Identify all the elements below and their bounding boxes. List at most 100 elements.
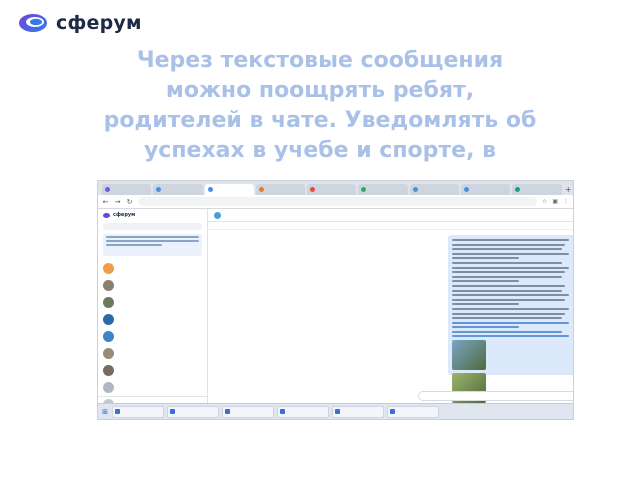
url-field[interactable]	[138, 197, 537, 206]
message-text-line	[452, 317, 562, 320]
avatar	[103, 348, 114, 359]
sidebar-logo: сферум	[98, 209, 207, 221]
sferum-app: сферум	[98, 209, 573, 419]
chat-list-item[interactable]	[98, 311, 207, 328]
message-text-line	[452, 261, 562, 264]
sferum-small-icon	[103, 212, 110, 218]
tab-favicon-icon	[412, 187, 418, 192]
taskbar-item[interactable]	[167, 405, 219, 418]
chat-search-input[interactable]	[103, 223, 202, 230]
tab-favicon-icon	[258, 187, 264, 192]
extensions-icon[interactable]: ▣	[552, 198, 558, 205]
chat-main	[208, 209, 573, 405]
chat-header	[208, 209, 573, 222]
message-text-line	[452, 312, 566, 315]
info-banner[interactable]	[103, 234, 202, 256]
windows-start-icon[interactable]: ⊞	[101, 408, 109, 416]
star-icon[interactable]: ☆	[542, 198, 547, 205]
tab-favicon-icon	[105, 187, 110, 192]
message-text-line	[452, 266, 570, 269]
heading-line: родителей в чате. Уведомлять об	[103, 108, 537, 133]
message-photo[interactable]	[452, 340, 486, 371]
message-text-line	[452, 326, 520, 329]
address-bar: ← → ↻ ☆ ▣ ⋮	[98, 195, 573, 209]
avatar	[103, 331, 114, 342]
chat-list-item[interactable]	[98, 345, 207, 362]
logo-text: сферум	[56, 12, 142, 34]
sidebar-logo-text: сферум	[113, 212, 136, 218]
windows-taskbar: ⊞	[98, 403, 573, 419]
browser-tab[interactable]	[358, 184, 408, 195]
document-icon	[170, 409, 175, 414]
avatar	[103, 263, 114, 274]
taskbar-item[interactable]	[332, 405, 384, 418]
back-icon[interactable]: ←	[102, 198, 109, 206]
reload-icon[interactable]: ↻	[126, 198, 133, 206]
tab-favicon-icon	[156, 187, 162, 192]
browser-tab[interactable]	[255, 184, 306, 195]
message-text-line	[452, 303, 520, 306]
document-icon	[390, 409, 395, 414]
message-text-line	[452, 335, 570, 338]
chat-list-item[interactable]	[98, 277, 207, 294]
taskbar-item[interactable]	[277, 405, 329, 418]
sferum-logo: сферум	[18, 12, 142, 34]
sferum-logo-icon	[19, 14, 47, 32]
browser-tab[interactable]	[204, 184, 254, 195]
avatar	[103, 365, 114, 376]
avatar	[103, 314, 114, 325]
taskbar-item[interactable]	[387, 405, 439, 418]
taskbar-item[interactable]	[112, 405, 164, 418]
message-text-line	[452, 257, 520, 260]
chat-list-item[interactable]	[98, 260, 207, 277]
message-composer[interactable]	[418, 391, 573, 401]
document-icon	[225, 409, 230, 414]
tab-favicon-icon	[463, 187, 469, 192]
avatar	[103, 382, 114, 393]
chat-sidebar: сферум	[98, 209, 208, 419]
heading-line: успехах в учебе и спорте, в	[143, 138, 497, 163]
pinned-message[interactable]	[208, 222, 573, 230]
document-icon	[280, 409, 285, 414]
chat-list-item[interactable]	[98, 294, 207, 311]
message-text-line	[452, 271, 566, 274]
forward-icon[interactable]: →	[114, 198, 121, 206]
chat-list-item[interactable]	[98, 379, 207, 396]
message-text-line	[452, 248, 562, 251]
tab-favicon-icon	[310, 187, 316, 192]
chat-list-item[interactable]	[98, 362, 207, 379]
new-tab-icon[interactable]: +	[564, 185, 573, 195]
tab-favicon-icon	[361, 187, 367, 192]
message-text-line	[452, 307, 570, 310]
message-text-line	[452, 252, 570, 255]
heading-line: Через текстовые сообщения	[136, 48, 504, 73]
browser-tab[interactable]	[409, 184, 459, 195]
message-bubble[interactable]	[448, 235, 573, 404]
embedded-screenshot: + ← → ↻ ☆ ▣ ⋮ сферум ⊞	[97, 180, 574, 420]
document-icon	[115, 409, 120, 414]
tab-favicon-icon	[515, 187, 521, 192]
menu-icon[interactable]: ⋮	[563, 198, 569, 205]
browser-tab[interactable]	[153, 184, 203, 195]
browser-tab[interactable]	[512, 184, 562, 195]
avatar	[103, 297, 114, 308]
message-text-line	[452, 275, 562, 278]
message-text-line	[452, 239, 570, 241]
document-icon	[335, 409, 340, 414]
chat-avatar[interactable]	[214, 211, 221, 219]
browser-tab[interactable]	[102, 184, 152, 195]
message-text-line	[452, 330, 562, 333]
avatar	[103, 280, 114, 291]
message-text-line	[452, 284, 566, 287]
browser-tab[interactable]	[307, 184, 357, 195]
message-text-line	[452, 321, 570, 324]
message-text-line	[452, 298, 566, 301]
chat-list-item[interactable]	[98, 328, 207, 345]
message-text-line	[452, 243, 566, 246]
browser-tab[interactable]	[460, 184, 511, 195]
browser-tab-bar: +	[98, 181, 573, 195]
message-text-line	[452, 289, 562, 292]
tab-favicon-icon	[207, 187, 213, 192]
message-text-line	[452, 280, 520, 283]
taskbar-item[interactable]	[222, 405, 274, 418]
